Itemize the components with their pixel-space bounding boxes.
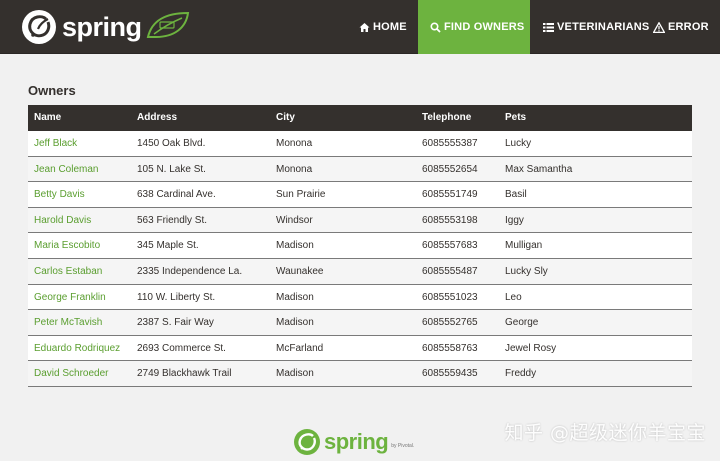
owner-pets: Leo [505,291,522,303]
owner-address: 110 W. Liberty St. [137,291,216,303]
footer-by-text: by Pivotal. [391,443,415,449]
owner-telephone: 6085552654 [422,163,478,175]
table-row: Carlos Estaban 2335 Independence La. Wauna… [28,259,692,285]
owner-pets: George [505,317,539,329]
home-icon [359,21,370,33]
nav-home-label: HOME [373,21,407,33]
owner-city: Madison [276,240,314,252]
owner-address: 2693 Commerce St. [137,342,226,354]
owner-name-link[interactable]: Carlos Estaban [34,259,102,284]
table-row: Maria Escobito 345 Maple St. Madison 608555… [28,233,692,259]
owner-pets: Iggy [505,214,524,226]
owner-city: Waunakee [276,266,324,277]
list-icon [543,21,554,33]
table-row: Jean Coleman 105 N. Lake St. Monona 6085552… [28,156,692,183]
owner-address: 563 Friendly St. [137,214,208,226]
owner-pets: Basil [505,189,527,201]
watermark-text: 知乎 @超级迷你羊宝宝 [504,422,706,444]
table-row: Peter McTavish 2387 S. Fair Way Madison 608… [28,310,692,336]
owner-city: Windsor [276,214,313,226]
owner-city: Madison [276,368,314,380]
owner-pets: Max Samantha [505,163,573,175]
header-name[interactable]: Name [34,105,61,131]
owner-address: 2749 Blackhawk Trail [137,368,232,380]
owner-telephone: 6085557683 [422,240,478,252]
table-row: George Franklin 110 W. Liberty St. Madison… [28,284,692,311]
header-pets[interactable]: Pets [505,105,526,131]
owner-address: 345 Maple St. [137,240,199,252]
owner-address: 105 N. Lake St. [137,163,206,175]
owner-telephone: 6085555487 [422,266,478,277]
owner-city: Madison [276,291,314,303]
owner-name-link[interactable]: Betty Davis [34,182,85,207]
table-row: Betty Davis 638 Cardinal Ave. Sun Prairie 6… [28,182,692,208]
owner-name-link[interactable]: Harold Davis [34,208,91,233]
owner-pets: Lucky Sly [505,266,548,277]
navbar: spring HOME FIND OWNERS VETERINARIANS ER… [0,0,720,54]
owner-pets: Mulligan [505,240,543,252]
table-row: David Schroeder 2749 Blackhawk Trail Madis… [28,361,692,387]
spring-footer-logo-icon [294,429,320,455]
owner-pets: Freddy [505,368,537,380]
owner-telephone: 6085552765 [422,317,478,329]
owner-telephone: 6085551023 [422,291,478,303]
brand-logo[interactable]: spring [22,8,190,46]
owner-pets: Lucky [505,138,532,149]
footer-logo-text: spring [324,429,389,454]
warning-icon [653,21,665,33]
owner-address: 2387 S. Fair Way [137,317,214,329]
owner-name-link[interactable]: Maria Escobito [34,233,100,258]
nav-veterinarians[interactable]: VETERINARIANS [530,0,649,54]
owner-name-link[interactable]: Jeff Black [34,131,77,156]
brand-name: spring [62,12,142,42]
nav-find-owners-label: FIND OWNERS [444,21,525,33]
owner-city: Madison [276,317,314,329]
page-title: Owners [28,83,76,98]
owner-name-link[interactable]: George Franklin [34,285,106,310]
search-icon [430,21,441,33]
leaf-icon [146,10,190,45]
table-row: Harold Davis 563 Friendly St. Windsor 60855… [28,207,692,234]
owner-telephone: 6085551749 [422,189,478,201]
nav-find-owners[interactable]: FIND OWNERS [418,0,530,54]
nav-veterinarians-label: VETERINARIANS [557,21,650,33]
owner-telephone: 6085555387 [422,138,478,149]
main-nav: HOME FIND OWNERS VETERINARIANS ERROR [346,0,720,54]
owner-name-link[interactable]: Eduardo Rodriquez [34,336,120,361]
header-address[interactable]: Address [137,105,177,131]
spring-logo-icon [22,10,56,44]
owner-name-link[interactable]: Peter McTavish [34,310,102,335]
nav-error-label: ERROR [668,21,709,33]
owner-name-link[interactable]: Jean Coleman [34,157,98,182]
owner-telephone: 6085558763 [422,342,478,354]
owner-telephone: 6085559435 [422,368,478,380]
owner-address: 1450 Oak Blvd. [137,138,206,149]
header-telephone[interactable]: Telephone [422,105,471,131]
footer-logo: spring by Pivotal. [294,428,414,456]
owner-city: Monona [276,163,313,175]
header-city[interactable]: City [276,105,295,131]
nav-error[interactable]: ERROR [642,0,720,54]
owner-address: 2335 Independence La. [137,266,243,277]
owner-name-link[interactable]: David Schroeder [34,361,108,386]
owner-city: Sun Prairie [276,189,326,201]
owner-city: Monona [276,138,313,149]
table-row: Jeff Black 1450 Oak Blvd. Monona 6085555387… [28,131,692,157]
table-row: Eduardo Rodriquez 2693 Commerce St. McFarl… [28,335,692,362]
owner-address: 638 Cardinal Ave. [137,189,216,201]
nav-home[interactable]: HOME [346,0,418,54]
owner-pets: Jewel Rosy [505,342,557,354]
table-header: Name Address City Telephone Pets [28,105,692,131]
owner-telephone: 6085553198 [422,214,478,226]
owner-city: McFarland [276,342,324,354]
